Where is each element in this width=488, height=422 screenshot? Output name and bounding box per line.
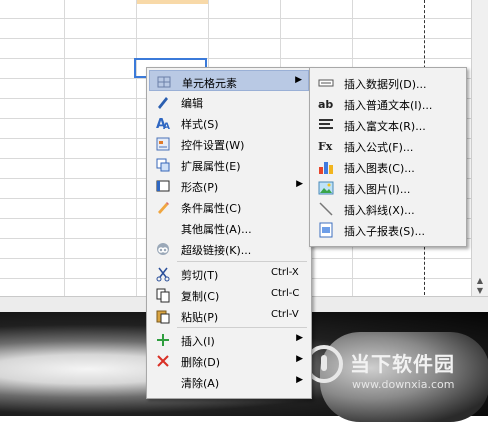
submenu-item-label: 插入子报表(S)... xyxy=(344,225,426,238)
pencil-icon xyxy=(155,199,171,215)
svg-text:ab: ab xyxy=(318,98,333,111)
formula-icon: Fx xyxy=(318,138,334,154)
menu-item-cut[interactable]: 剪切(T) Ctrl-X xyxy=(149,263,309,284)
submenu-item-insert-slash[interactable]: 插入斜线(X)... xyxy=(312,198,464,219)
submenu-item-insert-formula[interactable]: Fx 插入公式(F)... xyxy=(312,135,464,156)
cell-element-submenu: 插入数据列(D)... ab 插入普通文本(I)... 插入富文本(R)... … xyxy=(309,67,467,247)
extend-icon xyxy=(155,157,171,173)
widget-settings-icon xyxy=(155,136,171,152)
submenu-item-label: 插入图表(C)... xyxy=(344,162,415,175)
vertical-scrollbar[interactable]: ▲ ▼ xyxy=(471,0,488,300)
svg-text:A: A xyxy=(163,122,170,131)
data-column-icon xyxy=(318,75,334,91)
submenu-item-label: 插入数据列(D)... xyxy=(344,78,427,91)
menu-item-cell-element[interactable]: 单元格元素 ▶ xyxy=(149,70,309,91)
submenu-item-insert-picture[interactable]: 插入图片(I)... xyxy=(312,177,464,198)
menu-item-delete[interactable]: 删除(D) ▶ xyxy=(149,350,309,371)
menu-item-copy[interactable]: 复制(C) Ctrl-C xyxy=(149,284,309,305)
submenu-item-label: 插入斜线(X)... xyxy=(344,204,415,217)
cell-element-icon xyxy=(156,74,172,90)
scroll-up-arrow-icon[interactable]: ▲ xyxy=(474,276,486,286)
style-a-icon: AA xyxy=(155,115,171,132)
menu-item-label: 删除(D) xyxy=(181,356,221,369)
menu-item-shape[interactable]: 形态(P) ▶ xyxy=(149,175,309,196)
watermark-brand: 当下软件园 xyxy=(350,352,455,376)
menu-item-label: 插入(I) xyxy=(181,335,215,348)
grid-line xyxy=(64,0,65,300)
picture-icon xyxy=(318,180,334,196)
menu-item-insert[interactable]: 插入(I) ▶ xyxy=(149,329,309,350)
menu-item-shortcut: Ctrl-C xyxy=(271,288,300,299)
menu-item-extend-props[interactable]: 扩展属性(E) xyxy=(149,154,309,175)
menu-item-style[interactable]: AA 样式(S) xyxy=(149,112,309,133)
menu-item-label: 扩展属性(E) xyxy=(181,160,241,173)
scroll-down-arrow-icon[interactable]: ▼ xyxy=(474,286,486,296)
menu-item-other-props[interactable]: 其他属性(A)... xyxy=(149,217,309,238)
chart-icon xyxy=(318,159,334,175)
pen-icon xyxy=(155,94,171,110)
column-header-highlight xyxy=(136,0,208,4)
menu-item-condition-props[interactable]: 条件属性(C) xyxy=(149,196,309,217)
grid-line xyxy=(0,38,472,39)
plus-icon xyxy=(155,332,171,348)
menu-item-label: 条件属性(C) xyxy=(181,202,242,215)
menu-item-label: 清除(A) xyxy=(181,377,220,390)
subreport-icon xyxy=(318,222,334,238)
submenu-item-insert-rich-text[interactable]: 插入富文本(R)... xyxy=(312,114,464,135)
shape-icon xyxy=(155,178,171,194)
menu-item-label: 样式(S) xyxy=(181,118,219,131)
submenu-item-insert-chart[interactable]: 插入图表(C)... xyxy=(312,156,464,177)
ab-text-icon: ab xyxy=(318,96,334,112)
menu-item-paste[interactable]: 粘贴(P) Ctrl-V xyxy=(149,305,309,326)
submenu-item-label: 插入富文本(R)... xyxy=(344,120,426,133)
submenu-arrow-icon: ▶ xyxy=(296,375,303,385)
menu-item-label: 超级链接(K)... xyxy=(181,244,252,257)
menu-separator xyxy=(177,327,307,328)
menu-item-shortcut: Ctrl-V xyxy=(271,309,299,320)
submenu-item-label: 插入公式(F)... xyxy=(344,141,414,154)
menu-item-label: 粘贴(P) xyxy=(181,311,219,324)
submenu-item-label: 插入普通文本(I)... xyxy=(344,99,433,112)
menu-item-label: 控件设置(W) xyxy=(181,139,245,152)
copy-icon xyxy=(155,287,171,303)
menu-item-label: 其他属性(A)... xyxy=(181,223,252,236)
submenu-arrow-icon: ▶ xyxy=(295,75,302,85)
context-menu: 单元格元素 ▶ 编辑 AA 样式(S) 控件设置(W) 扩展属性(E) 形态(P… xyxy=(146,67,312,399)
grid-line xyxy=(0,18,472,19)
grid-line xyxy=(0,58,472,59)
rich-text-icon xyxy=(318,117,334,133)
watermark-url: www.downxia.com xyxy=(352,378,455,391)
scissors-icon xyxy=(155,266,171,282)
submenu-item-insert-subreport[interactable]: 插入子报表(S)... xyxy=(312,219,464,240)
hyperlink-icon xyxy=(155,241,171,257)
grid-line xyxy=(136,0,137,300)
menu-item-label: 形态(P) xyxy=(181,181,219,194)
submenu-item-label: 插入图片(I)... xyxy=(344,183,411,196)
menu-separator xyxy=(177,261,307,262)
menu-item-label: 单元格元素 xyxy=(182,77,237,90)
menu-item-widget-settings[interactable]: 控件设置(W) xyxy=(149,133,309,154)
submenu-item-insert-data-column[interactable]: 插入数据列(D)... xyxy=(312,72,464,93)
menu-item-clear[interactable]: 清除(A) ▶ xyxy=(149,371,309,392)
menu-item-hyperlink[interactable]: 超级链接(K)... xyxy=(149,238,309,259)
submenu-arrow-icon: ▶ xyxy=(296,354,303,364)
paste-icon xyxy=(155,308,171,324)
svg-text:Fx: Fx xyxy=(318,140,333,153)
submenu-arrow-icon: ▶ xyxy=(296,333,303,343)
menu-item-label: 复制(C) xyxy=(181,290,220,303)
slash-icon xyxy=(318,201,334,217)
submenu-arrow-icon: ▶ xyxy=(296,179,303,189)
menu-item-shortcut: Ctrl-X xyxy=(271,267,299,278)
submenu-item-insert-plain-text[interactable]: ab 插入普通文本(I)... xyxy=(312,93,464,114)
menu-item-edit[interactable]: 编辑 xyxy=(149,91,309,112)
menu-item-label: 剪切(T) xyxy=(181,269,219,282)
delete-x-icon xyxy=(155,353,171,369)
photo-shape xyxy=(320,332,488,422)
menu-item-label: 编辑 xyxy=(181,97,203,110)
